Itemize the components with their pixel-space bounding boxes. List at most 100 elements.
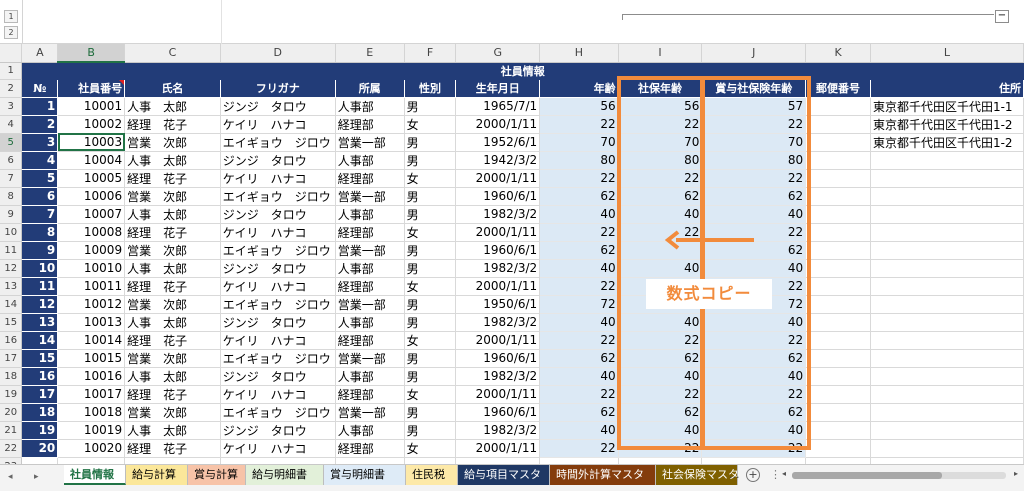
- cell-r16-c5[interactable]: 女: [404, 331, 457, 350]
- cell-r5-c7[interactable]: 70: [539, 133, 619, 152]
- cell-r15-c2[interactable]: 人事 太郎: [124, 313, 221, 332]
- cell-r10-c0[interactable]: 8: [21, 223, 59, 242]
- cell-r18-c1[interactable]: 10016: [57, 367, 126, 386]
- cell-r16-c8[interactable]: 22: [618, 331, 703, 350]
- cell-r13-c4[interactable]: 経理部: [335, 277, 405, 296]
- cell-r18-c0[interactable]: 16: [21, 367, 59, 386]
- row-header-17[interactable]: 17: [0, 349, 23, 368]
- cell-r20-c6[interactable]: 1960/6/1: [455, 403, 541, 422]
- cell-r14-c6[interactable]: 1950/6/1: [455, 295, 541, 314]
- cell-r12-c1[interactable]: 10010: [57, 259, 126, 278]
- cell-r4-c10[interactable]: [805, 115, 871, 134]
- cell-r17-c2[interactable]: 営業 次郎: [124, 349, 221, 368]
- cell-r17-c10[interactable]: [805, 349, 871, 368]
- cell-r3-c0[interactable]: 1: [21, 97, 59, 116]
- cell-r13-c3[interactable]: ケイリ ハナコ: [220, 277, 336, 296]
- cell-r15-c11[interactable]: [870, 313, 1024, 332]
- cell-r15-c9[interactable]: 40: [701, 313, 807, 332]
- cell-r6-c6[interactable]: 1942/3/2: [455, 151, 541, 170]
- cell-r14-c7[interactable]: 72: [539, 295, 619, 314]
- cell-r17-c0[interactable]: 15: [21, 349, 59, 368]
- cell-r7-c10[interactable]: [805, 169, 871, 188]
- row-header-5[interactable]: 5: [0, 133, 23, 152]
- cell-r15-c3[interactable]: ジンジ タロウ: [220, 313, 336, 332]
- cell-r18-c2[interactable]: 人事 太郎: [124, 367, 221, 386]
- column-header-i[interactable]: I: [618, 44, 703, 63]
- cell-r19-c11[interactable]: [870, 385, 1024, 404]
- cell-r6-c9[interactable]: 80: [701, 151, 807, 170]
- cell-r5-c1[interactable]: 10003: [57, 133, 126, 152]
- cell-r6-c8[interactable]: 80: [618, 151, 703, 170]
- cell-r22-c7[interactable]: 22: [539, 439, 619, 458]
- select-all-corner[interactable]: [0, 44, 23, 63]
- add-sheet-button[interactable]: +: [746, 468, 760, 482]
- cell-r18-c11[interactable]: [870, 367, 1024, 386]
- cell-r6-c5[interactable]: 男: [404, 151, 457, 170]
- cell-r17-c6[interactable]: 1960/6/1: [455, 349, 541, 368]
- cell-r20-c5[interactable]: 男: [404, 403, 457, 422]
- sheet-tab-9[interactable]: 社会保険マスタ: [656, 465, 738, 485]
- cell-r16-c10[interactable]: [805, 331, 871, 350]
- cell-r6-c1[interactable]: 10004: [57, 151, 126, 170]
- cell-r13-c0[interactable]: 11: [21, 277, 59, 296]
- cell-r20-c2[interactable]: 営業 次郎: [124, 403, 221, 422]
- cell-r6-c10[interactable]: [805, 151, 871, 170]
- cell-r8-c7[interactable]: 62: [539, 187, 619, 206]
- cell-r4-c0[interactable]: 2: [21, 115, 59, 134]
- row-header-11[interactable]: 11: [0, 241, 23, 260]
- cell-r22-c2[interactable]: 経理 花子: [124, 439, 221, 458]
- cell-r16-c0[interactable]: 14: [21, 331, 59, 350]
- row-header-10[interactable]: 10: [0, 223, 23, 242]
- cell-r20-c1[interactable]: 10018: [57, 403, 126, 422]
- cell-r9-c11[interactable]: [870, 205, 1024, 224]
- row-header-3[interactable]: 3: [0, 97, 23, 116]
- cell-r3-c5[interactable]: 男: [404, 97, 457, 116]
- cell-r12-c4[interactable]: 人事部: [335, 259, 405, 278]
- cell-r11-c5[interactable]: 男: [404, 241, 457, 260]
- cell-r22-c9[interactable]: 22: [701, 439, 807, 458]
- column-header-g[interactable]: G: [455, 44, 541, 63]
- row-header-6[interactable]: 6: [0, 151, 23, 170]
- cell-r3-c4[interactable]: 人事部: [335, 97, 405, 116]
- cell-r22-c11[interactable]: [870, 439, 1024, 458]
- cell-r8-c3[interactable]: エイギョウ ジロウ: [220, 187, 336, 206]
- cell-r22-c8[interactable]: 22: [618, 439, 703, 458]
- cell-r3-c1[interactable]: 10001: [57, 97, 126, 116]
- column-header-c[interactable]: C: [124, 44, 221, 63]
- column-header-f[interactable]: F: [404, 44, 457, 63]
- cell-r3-c3[interactable]: ジンジ タロウ: [220, 97, 336, 116]
- cell-r12-c3[interactable]: ジンジ タロウ: [220, 259, 336, 278]
- cell-r22-c4[interactable]: 経理部: [335, 439, 405, 458]
- cell-r15-c0[interactable]: 13: [21, 313, 59, 332]
- cell-r22-c0[interactable]: 20: [21, 439, 59, 458]
- cell-r6-c11[interactable]: [870, 151, 1024, 170]
- cell-r7-c11[interactable]: [870, 169, 1024, 188]
- outline-collapse-button[interactable]: −: [995, 10, 1009, 23]
- cell-r19-c7[interactable]: 22: [539, 385, 619, 404]
- header-cell-3[interactable]: フリガナ: [220, 79, 336, 98]
- cell-r5-c10[interactable]: [805, 133, 871, 152]
- cell-r19-c9[interactable]: 22: [701, 385, 807, 404]
- cell-r19-c2[interactable]: 経理 花子: [124, 385, 221, 404]
- cell-r12-c6[interactable]: 1982/3/2: [455, 259, 541, 278]
- cell-r9-c2[interactable]: 人事 太郎: [124, 205, 221, 224]
- cell-r10-c7[interactable]: 22: [539, 223, 619, 242]
- cell-r16-c3[interactable]: ケイリ ハナコ: [220, 331, 336, 350]
- cell-r12-c7[interactable]: 40: [539, 259, 619, 278]
- cell-r3-c6[interactable]: 1965/7/1: [455, 97, 541, 116]
- cell-r11-c2[interactable]: 営業 次郎: [124, 241, 221, 260]
- header-cell-5[interactable]: 性別: [404, 79, 457, 98]
- cell-r22-c3[interactable]: ケイリ ハナコ: [220, 439, 336, 458]
- cell-r7-c8[interactable]: 22: [618, 169, 703, 188]
- row-header-9[interactable]: 9: [0, 205, 23, 224]
- cell-r7-c1[interactable]: 10005: [57, 169, 126, 188]
- row-header-22[interactable]: 22: [0, 439, 23, 458]
- cell-r18-c4[interactable]: 人事部: [335, 367, 405, 386]
- cell-r5-c11[interactable]: 東京都千代田区千代田1-2: [870, 133, 1024, 152]
- cell-r10-c3[interactable]: ケイリ ハナコ: [220, 223, 336, 242]
- cell-r15-c4[interactable]: 人事部: [335, 313, 405, 332]
- cell-r15-c6[interactable]: 1982/3/2: [455, 313, 541, 332]
- cell-r11-c10[interactable]: [805, 241, 871, 260]
- cell-r17-c8[interactable]: 62: [618, 349, 703, 368]
- cell-r3-c10[interactable]: [805, 97, 871, 116]
